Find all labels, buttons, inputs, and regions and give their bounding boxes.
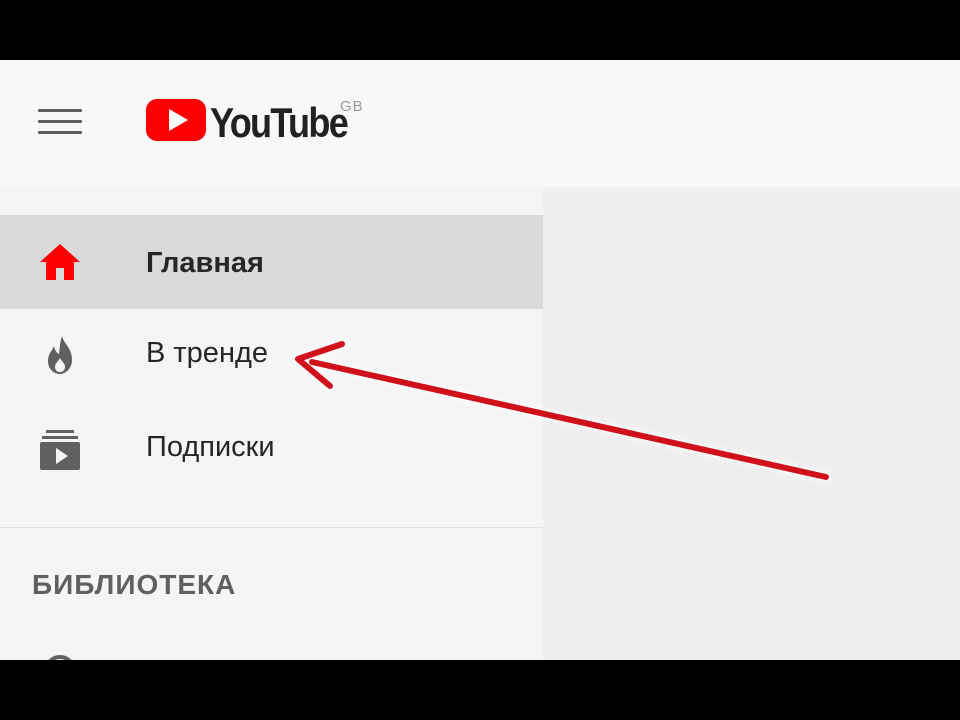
masthead: YouTube GB bbox=[0, 60, 960, 187]
sidebar-item-home[interactable]: Главная bbox=[0, 215, 543, 309]
sidebar-item-subscriptions[interactable]: Подписки bbox=[0, 403, 543, 497]
content-area bbox=[543, 187, 960, 660]
trending-flame-icon bbox=[48, 336, 72, 374]
youtube-screen: YouTube GB Главная В тренде Подписки БИБ… bbox=[0, 60, 960, 660]
country-code: GB bbox=[340, 98, 364, 115]
home-icon bbox=[40, 244, 80, 280]
youtube-logo-text[interactable]: YouTube bbox=[210, 99, 349, 147]
sidebar-item-trending[interactable]: В тренде bbox=[0, 309, 543, 403]
sidebar: Главная В тренде Подписки БИБЛИОТЕКА bbox=[0, 187, 543, 660]
sidebar-item-label: Главная bbox=[146, 247, 264, 279]
letterbox-top bbox=[0, 0, 960, 60]
youtube-logo-icon[interactable] bbox=[146, 95, 206, 145]
history-icon[interactable] bbox=[42, 653, 78, 660]
sidebar-divider bbox=[0, 527, 543, 528]
sidebar-item-label: Подписки bbox=[146, 431, 275, 463]
letterbox-bottom bbox=[0, 660, 960, 720]
library-section-title: БИБЛИОТЕКА bbox=[32, 569, 237, 600]
subscriptions-icon bbox=[40, 430, 80, 470]
guide-menu-button[interactable] bbox=[38, 105, 82, 137]
sidebar-item-label: В тренде bbox=[146, 337, 269, 369]
